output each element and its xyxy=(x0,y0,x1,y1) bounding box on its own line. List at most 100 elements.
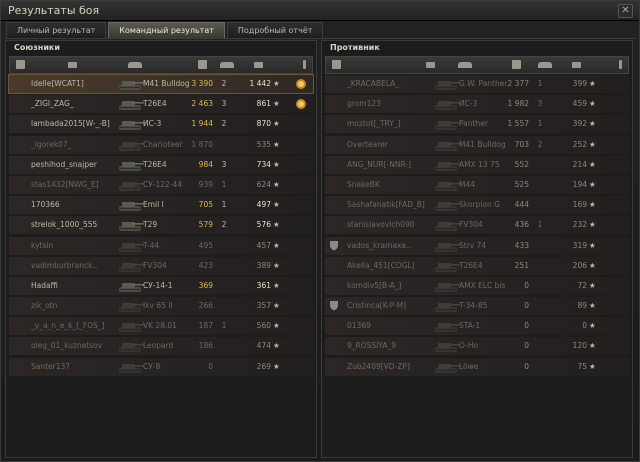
damage-value: 552 xyxy=(514,159,529,169)
player-row[interactable]: 01369 STA-1 0 0 ★ xyxy=(325,317,629,336)
damage-column-icon[interactable] xyxy=(512,60,521,69)
medal-icon[interactable] xyxy=(295,98,307,110)
tank-icon xyxy=(433,319,460,333)
kills-value: 3 xyxy=(221,159,227,169)
enemies-title: Противник xyxy=(330,43,380,52)
star-icon: ★ xyxy=(589,159,596,169)
xp-value: 497 xyxy=(256,200,271,210)
damage-column-icon[interactable] xyxy=(198,60,207,69)
player-row[interactable]: Zub2409[VD-ZP] Löwe 0 75 ★ xyxy=(325,357,629,376)
damage-value: 0 xyxy=(524,321,529,331)
tank-icon xyxy=(117,299,144,313)
tank-icon xyxy=(117,97,144,111)
damage-value: 939 xyxy=(198,179,213,189)
damage-value: 0 xyxy=(524,280,529,290)
player-column-icon[interactable] xyxy=(68,62,77,68)
player-row[interactable]: grom123 ИС-3 1 982 3 459 ★ xyxy=(325,95,629,114)
player-row[interactable]: SnakeBK M44 525 194 ★ xyxy=(325,175,629,194)
player-row[interactable]: komdiv5[B-A_] AMX ELC bis 0 72 ★ xyxy=(325,276,629,295)
player-row[interactable]: stas1432[NWG_E] СУ-122-44 939 1 624 ★ xyxy=(9,175,313,194)
tank-column-icon[interactable] xyxy=(128,62,142,68)
player-row[interactable]: _ZIGI_ZAG_ T26E4 2 463 3 861 ★ xyxy=(9,95,313,114)
player-name: _KRACABELA_ xyxy=(347,79,400,88)
xp-value: 392 xyxy=(572,119,587,129)
xp-value: 861 xyxy=(256,99,271,109)
star-icon: ★ xyxy=(589,240,596,250)
tank-icon xyxy=(117,259,144,273)
achievements-column-icon[interactable] xyxy=(303,60,306,69)
player-row[interactable]: Sashafanatik[FAD_B] Skorpion G 444 169 ★ xyxy=(325,196,629,215)
star-icon: ★ xyxy=(589,321,596,331)
player-name: 9_ROSSIYA_9 xyxy=(347,341,397,351)
star-icon: ★ xyxy=(273,260,280,270)
tank-icon xyxy=(433,158,460,172)
player-name: zik_otn xyxy=(31,301,58,311)
player-row[interactable]: moztot[_TRY_] Panther 1 557 1 392 ★ xyxy=(325,115,629,134)
medal-icon[interactable] xyxy=(295,78,307,90)
xp-value: 576 xyxy=(256,220,271,230)
player-row[interactable]: Overtearer M41 Bulldog 703 2 252 ★ xyxy=(325,135,629,154)
player-row[interactable]: zik_otn Ikv 65 II 266 357 ★ xyxy=(9,297,313,316)
star-icon: ★ xyxy=(589,99,596,109)
kills-value: 2 xyxy=(221,119,227,129)
damage-value: 2 463 xyxy=(191,99,213,109)
tank-column-icon[interactable] xyxy=(458,62,472,68)
tank-icon xyxy=(117,360,144,374)
squad-column-icon[interactable] xyxy=(332,60,341,69)
xp-value: 72 xyxy=(577,280,587,290)
player-row[interactable]: Idelle[WCAT1] M41 Bulldog 3 390 2 1 442 ★ xyxy=(8,74,314,94)
kills-value: 1 xyxy=(221,200,227,210)
xp-column-icon[interactable] xyxy=(572,62,581,68)
player-row[interactable]: lambada2015[W-_-B] ИС-3 1 944 2 870 ★ xyxy=(9,115,313,134)
kills-column-icon[interactable] xyxy=(538,62,552,68)
xp-value: 319 xyxy=(572,240,587,250)
player-name: ANG_NUR[-NNR-] xyxy=(347,159,412,169)
player-row[interactable]: Cristinca[K-P-M] T-34-85 0 89 ★ xyxy=(325,297,629,316)
star-icon: ★ xyxy=(273,321,280,331)
player-row[interactable]: _KRACABELA_ G.W. Panther 2 377 1 399 ★ xyxy=(325,75,629,93)
player-row[interactable]: vados_kramaxa.. Strv 74 433 319 ★ xyxy=(325,236,629,255)
tab-personal-result[interactable]: Личный результат xyxy=(6,22,107,38)
xp-column-icon[interactable] xyxy=(254,62,263,68)
close-button[interactable]: ✕ xyxy=(618,4,633,18)
damage-value: 525 xyxy=(514,179,529,189)
tank-icon xyxy=(117,319,144,333)
player-row[interactable]: strelok_1000_555 T29 579 2 576 ★ xyxy=(9,216,313,235)
player-name: komdiv5[B-A_] xyxy=(347,280,402,290)
player-row[interactable]: 170366 Emil I 705 1 497 ★ xyxy=(9,196,313,215)
player-row[interactable]: Akella_451[COGL] T26E4 251 206 ★ xyxy=(325,256,629,275)
player-row[interactable]: kytsin T-44 495 457 ★ xyxy=(9,236,313,255)
player-row[interactable]: stanislavovich090 FV304 436 1 232 ★ xyxy=(325,216,629,235)
kills-value: 2 xyxy=(537,139,543,149)
player-name: Hadaffi xyxy=(31,280,58,290)
tab-team-result[interactable]: Командный результат xyxy=(108,22,225,38)
tank-icon xyxy=(433,97,460,111)
tank-icon xyxy=(117,138,144,152)
squad-column-icon[interactable] xyxy=(16,60,25,69)
player-row[interactable]: _y_a_n_e_k_[_FOS_] VK 28.01 187 1 560 ★ xyxy=(9,317,313,336)
player-name: SnakeBK xyxy=(347,179,380,189)
achievements-column-icon[interactable] xyxy=(619,60,622,69)
player-row[interactable]: Hadaffi СУ-14-1 369 361 ★ xyxy=(9,276,313,295)
player-column-icon[interactable] xyxy=(426,62,435,68)
player-row[interactable]: peshihod_snajper T26E4 984 3 734 ★ xyxy=(9,155,313,174)
damage-value: 984 xyxy=(198,159,213,169)
player-row[interactable]: vadimburbranck.. FV304 423 389 ★ xyxy=(9,256,313,275)
tab-detailed-report[interactable]: Подробный отчёт xyxy=(226,22,324,38)
player-row[interactable]: _lgorek07_ Charioteer 1 870 535 ★ xyxy=(9,135,313,154)
player-row[interactable]: ANG_NUR[-NNR-] AMX 13 75 552 214 ★ xyxy=(325,155,629,174)
player-name: _lgorek07_ xyxy=(31,139,72,149)
player-row[interactable]: 9_ROSSIYA_9 O-Ho 0 120 ★ xyxy=(325,337,629,356)
xp-value: 474 xyxy=(256,341,271,351)
star-icon: ★ xyxy=(273,240,280,250)
star-icon: ★ xyxy=(589,119,596,129)
xp-value: 206 xyxy=(572,260,587,270)
player-name: Zub2409[VD-ZP] xyxy=(347,361,410,371)
kills-column-icon[interactable] xyxy=(220,62,234,68)
xp-value: 734 xyxy=(256,159,271,169)
damage-value: 1 557 xyxy=(507,119,529,129)
player-row[interactable]: Santer137 СУ-8 0 269 ★ xyxy=(9,357,313,376)
xp-value: 194 xyxy=(572,179,587,189)
player-row[interactable]: oleg_01_kuznetsov Leopard 186 474 ★ xyxy=(9,337,313,356)
window-titlebar[interactable]: Результаты боя ✕ xyxy=(1,1,639,21)
